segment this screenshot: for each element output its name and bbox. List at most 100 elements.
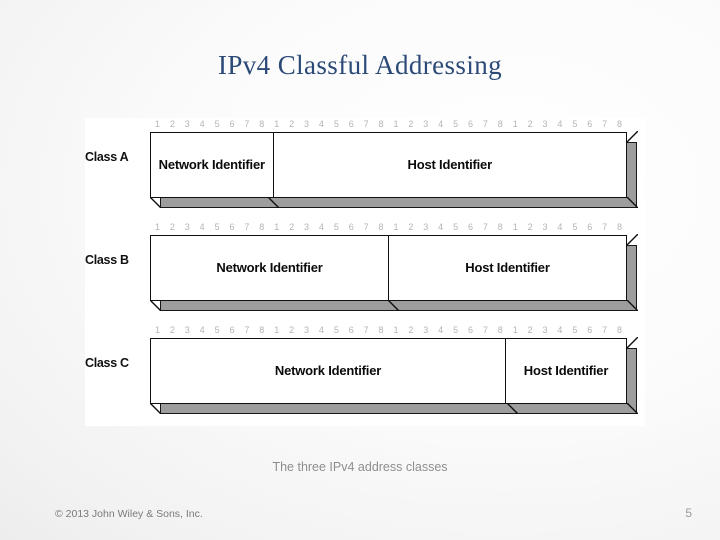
bit-tick: 1	[274, 119, 280, 129]
figure-caption: The three IPv4 address classes	[272, 460, 448, 474]
bit-tick: 1	[393, 119, 399, 129]
footer-page-number: 5	[685, 506, 692, 520]
bit-tick: 1	[393, 325, 399, 335]
bar-face-b: Network Identifier Host Identifier	[150, 235, 627, 301]
bit-tick: 5	[333, 119, 339, 129]
bit-tick: 8	[378, 119, 384, 129]
bit-tick: 2	[289, 222, 295, 232]
bit-tick: 8	[259, 222, 265, 232]
bit-tick: 2	[289, 325, 295, 335]
bit-tick: 6	[229, 222, 235, 232]
bit-tick: 3	[184, 222, 190, 232]
figure-panel: 12345678123456781234567812345678 Class A…	[85, 118, 645, 426]
bit-tick: 3	[542, 325, 548, 335]
bit-tick: 7	[363, 222, 369, 232]
class-label-b: Class B	[85, 253, 129, 267]
bit-tick: 3	[184, 119, 190, 129]
bit-tick: 7	[363, 325, 369, 335]
bit-tick: 6	[348, 325, 354, 335]
bit-tick: 4	[438, 325, 444, 335]
bit-tick: 5	[453, 119, 459, 129]
bit-tick: 4	[199, 222, 205, 232]
bit-tick: 6	[348, 119, 354, 129]
bit-tick: 8	[497, 222, 503, 232]
bit-tick: 7	[244, 119, 250, 129]
bit-tick: 2	[408, 119, 414, 129]
bit-tick: 1	[512, 119, 518, 129]
bit-tick: 5	[333, 222, 339, 232]
bit-tick: 6	[467, 325, 473, 335]
footer-copyright: © 2013 John Wiley & Sons, Inc.	[55, 508, 203, 520]
bar-face-c: Network Identifier Host Identifier	[150, 338, 627, 404]
bit-tick: 1	[512, 222, 518, 232]
bit-tick: 7	[244, 222, 250, 232]
bit-tick: 3	[423, 325, 429, 335]
page-title: IPv4 Classful Addressing	[217, 50, 503, 80]
bit-tick: 2	[527, 119, 533, 129]
bit-tick: 4	[438, 222, 444, 232]
bit-tick: 3	[304, 222, 310, 232]
bit-tick: 6	[229, 325, 235, 335]
bit-tick: 1	[512, 325, 518, 335]
bit-tick: 7	[363, 119, 369, 129]
bit-tick: 8	[617, 119, 623, 129]
bit-tick: 3	[423, 119, 429, 129]
bit-tick: 2	[169, 222, 175, 232]
bit-tick: 4	[557, 119, 563, 129]
class-row-b: 12345678123456781234567812345678 Class B…	[85, 221, 645, 321]
bit-tick: 8	[378, 325, 384, 335]
bit-tick: 5	[572, 119, 578, 129]
bit-tick: 1	[154, 222, 160, 232]
bit-tick: 3	[542, 222, 548, 232]
bit-tick: 5	[214, 222, 220, 232]
bit-tick: 1	[274, 325, 280, 335]
class-label-c: Class C	[85, 356, 129, 370]
bit-tick: 2	[408, 222, 414, 232]
bit-tick: 5	[572, 222, 578, 232]
bit-tick: 7	[244, 325, 250, 335]
bit-tick: 6	[587, 119, 593, 129]
bit-tick: 8	[378, 222, 384, 232]
bit-tick: 3	[184, 325, 190, 335]
segment-host-identifier-b: Host Identifier	[388, 236, 626, 300]
bit-tick: 8	[497, 325, 503, 335]
bit-tick: 4	[199, 119, 205, 129]
bit-tick: 6	[348, 222, 354, 232]
bit-tick: 5	[453, 222, 459, 232]
bit-tick: 2	[527, 222, 533, 232]
bit-tick: 7	[482, 325, 488, 335]
bit-tick: 3	[423, 222, 429, 232]
bit-tick: 1	[393, 222, 399, 232]
bar-face-a: Network Identifier Host Identifier	[150, 132, 627, 198]
segment-network-identifier-c: Network Identifier	[274, 363, 382, 379]
bit-tick: 7	[482, 222, 488, 232]
bit-tick: 5	[214, 325, 220, 335]
slide: IPv4 Classful Addressing 123456781234567…	[0, 0, 720, 540]
bar-corner-top-right	[627, 131, 638, 142]
bit-tick: 3	[542, 119, 548, 129]
bit-tick: 5	[572, 325, 578, 335]
bit-tick: 5	[333, 325, 339, 335]
segment-network-identifier-a: Network Identifier	[158, 157, 265, 173]
bar-corner-top-right	[627, 234, 638, 245]
bit-tick: 4	[318, 325, 324, 335]
bit-tick: 2	[408, 325, 414, 335]
bit-tick: 1	[154, 119, 160, 129]
segment-network-identifier-b: Network Identifier	[216, 260, 323, 276]
bit-tick: 6	[467, 119, 473, 129]
class-label-a: Class A	[85, 150, 129, 164]
bit-tick: 8	[259, 325, 265, 335]
bit-tick: 4	[318, 222, 324, 232]
address-bar-a: Network Identifier Host Identifier	[150, 131, 638, 212]
bit-tick: 6	[229, 119, 235, 129]
bar-corner-top-right	[627, 337, 638, 348]
bit-tick: 1	[154, 325, 160, 335]
bit-tick: 7	[482, 119, 488, 129]
bit-tick: 4	[438, 119, 444, 129]
bit-tick: 6	[467, 222, 473, 232]
segment-host-identifier-a: Host Identifier	[272, 133, 627, 197]
class-row-a: 12345678123456781234567812345678 Class A…	[85, 118, 645, 218]
bit-tick: 3	[304, 325, 310, 335]
bit-tick: 6	[587, 222, 593, 232]
bit-tick: 5	[214, 119, 220, 129]
